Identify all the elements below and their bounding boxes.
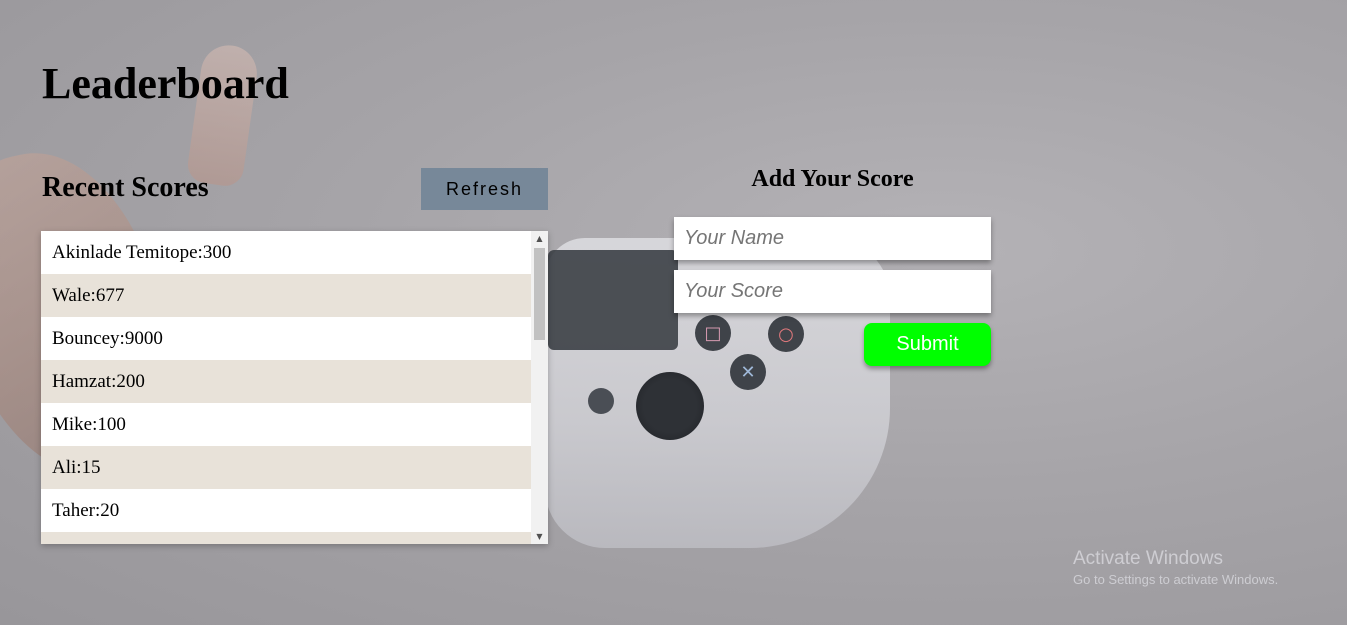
circle-button-icon: ○: [768, 316, 804, 352]
score-list-item: Ali:15: [41, 446, 531, 489]
scroll-down-icon[interactable]: ▼: [531, 529, 548, 544]
score-list[interactable]: Akinlade Temitope:300 Wale:677 Bouncey:900…: [41, 231, 548, 544]
score-list-item: Akinlade Temitope:300: [52, 242, 232, 263]
score-list-item: Wale:677: [41, 274, 531, 317]
name-input[interactable]: [674, 217, 991, 260]
watermark-subtitle: Go to Settings to activate Windows.: [1073, 572, 1279, 587]
scroll-thumb[interactable]: [534, 248, 545, 340]
refresh-button[interactable]: Refresh: [421, 168, 548, 210]
watermark-title: Activate Windows: [1073, 548, 1223, 569]
scroll-up-icon[interactable]: ▲: [531, 231, 548, 246]
windows-activation-watermark: Activate Windows Go to Settings to activ…: [1073, 548, 1278, 587]
score-list-item: Mike:100: [52, 414, 126, 435]
square-button-icon: □: [695, 315, 731, 351]
score-list-item: [41, 532, 531, 544]
submit-button[interactable]: Submit: [864, 323, 991, 366]
recent-scores-heading: Recent Scores: [42, 172, 209, 203]
add-score-heading: Add Your Score: [751, 166, 914, 192]
playstation-logo-icon: [588, 388, 614, 414]
score-list-item: Taher:20: [52, 500, 120, 521]
background-touchpad: [548, 250, 678, 350]
score-list-item: Bouncey:9000: [52, 328, 163, 349]
score-items: Akinlade Temitope:300 Wale:677 Bouncey:900…: [41, 231, 531, 544]
page-title: Leaderboard: [42, 59, 289, 108]
cross-button-icon: ✕: [730, 354, 766, 390]
background-joystick: [636, 372, 704, 440]
score-input[interactable]: [674, 270, 991, 313]
scrollbar[interactable]: ▲ ▼: [531, 231, 548, 544]
score-list-item: Hamzat:200: [41, 360, 531, 403]
